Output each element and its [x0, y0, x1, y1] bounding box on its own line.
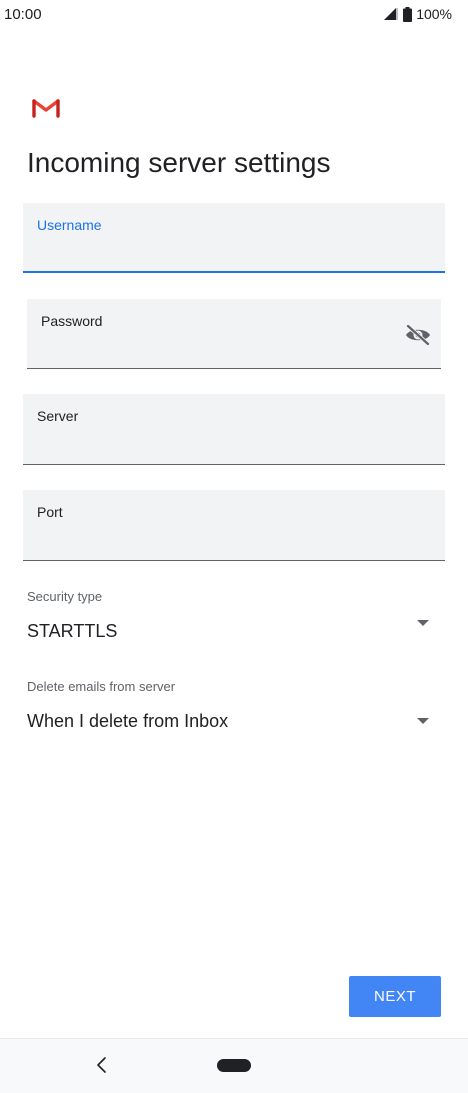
security-type-value: STARTTLS	[27, 621, 118, 641]
dropdown-arrow-icon[interactable]	[417, 718, 429, 724]
gmail-logo	[32, 98, 60, 118]
username-field[interactable]: Username	[23, 203, 445, 273]
security-type-caption: Security type	[27, 589, 103, 604]
security-type-section: Security type STARTTLS	[27, 589, 441, 646]
status-time: 10:00	[4, 6, 42, 23]
delete-emails-section: Delete emails from server When I delete …	[27, 679, 441, 736]
visibility-off-icon[interactable]	[405, 324, 431, 346]
status-bar: 10:00 100%	[0, 0, 468, 30]
username-label: Username	[37, 217, 102, 233]
status-icons: 100%	[383, 6, 452, 22]
port-field[interactable]: Port	[23, 490, 445, 561]
delete-emails-select[interactable]: When I delete from Inbox	[27, 706, 441, 736]
server-label: Server	[37, 408, 79, 424]
port-label: Port	[37, 504, 63, 520]
dropdown-arrow-icon[interactable]	[417, 620, 429, 626]
signal-icon	[383, 7, 399, 21]
delete-emails-value: When I delete from Inbox	[27, 711, 229, 731]
next-button[interactable]: NEXT	[349, 976, 441, 1017]
server-field[interactable]: Server	[23, 394, 445, 465]
home-pill-icon[interactable]	[217, 1059, 251, 1072]
back-icon[interactable]	[92, 1055, 112, 1075]
password-field[interactable]: Password	[27, 299, 441, 369]
page-title: Incoming server settings	[27, 147, 331, 178]
battery-icon	[403, 6, 413, 22]
password-label: Password	[41, 313, 103, 329]
security-type-select[interactable]: STARTTLS	[27, 616, 441, 646]
navigation-bar	[0, 1038, 468, 1093]
delete-emails-caption: Delete emails from server	[27, 679, 176, 694]
battery-percent: 100%	[416, 6, 452, 22]
